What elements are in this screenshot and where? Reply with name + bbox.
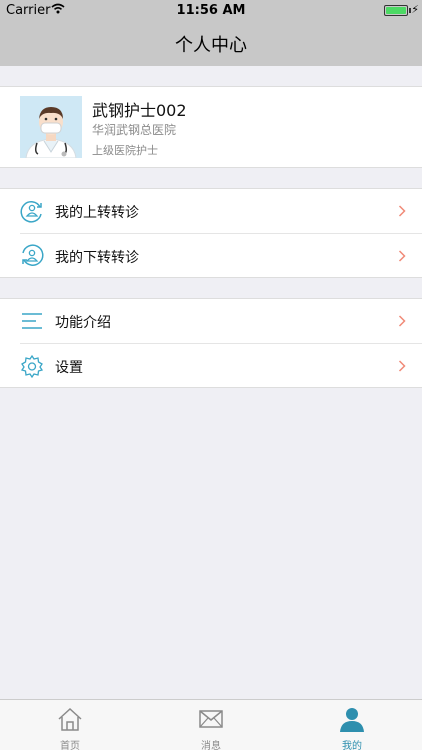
tab-home[interactable]: 首页 — [0, 700, 140, 750]
doctor-avatar-icon — [20, 96, 82, 158]
menu-item-label: 功能介绍 — [55, 315, 111, 331]
chevron-right-icon — [398, 360, 406, 372]
menu-item-label: 我的下转转诊 — [55, 250, 139, 266]
tab-label: 首页 — [60, 741, 80, 750]
menu-item-referral-up[interactable]: 我的上转转诊 — [0, 189, 422, 234]
profile-card[interactable]: 武钢护士002 华润武钢总医院 上级医院护士 — [0, 86, 422, 168]
person-icon — [340, 708, 364, 732]
chevron-right-icon — [398, 250, 406, 262]
tab-bar: 首页 消息 我的 — [0, 699, 422, 750]
menu-item-referral-down[interactable]: 我的下转转诊 — [0, 234, 422, 278]
referral-down-icon — [22, 244, 44, 266]
menu-item-label: 设置 — [55, 360, 83, 376]
menu-item-intro[interactable]: 功能介绍 — [0, 299, 422, 344]
chevron-right-icon — [398, 205, 406, 217]
tab-profile[interactable]: 我的 — [282, 700, 422, 750]
app-menu-group: 功能介绍 设置 — [0, 298, 422, 388]
page-title: 个人中心 — [175, 35, 247, 56]
status-bar: Carrier 11:56 AM ⚡ — [0, 0, 422, 20]
tab-label: 我的 — [342, 741, 362, 750]
home-icon — [58, 707, 82, 731]
user-name: 武钢护士002 — [92, 101, 187, 120]
menu-item-settings[interactable]: 设置 — [0, 344, 422, 388]
avatar — [20, 96, 82, 158]
clock: 11:56 AM — [176, 3, 246, 18]
menu-item-label: 我的上转转诊 — [55, 205, 139, 221]
gear-icon — [20, 354, 44, 378]
user-role: 上级医院护士 — [92, 144, 158, 157]
tab-label: 消息 — [201, 741, 221, 750]
battery-icon — [384, 5, 408, 16]
referral-up-icon — [20, 201, 42, 223]
tab-messages[interactable]: 消息 — [141, 700, 281, 750]
chevron-right-icon — [398, 315, 406, 327]
charging-icon: ⚡ — [411, 3, 419, 16]
hospital-name: 华润武钢总医院 — [92, 123, 177, 137]
referral-menu-group: 我的上转转诊 我的下转转诊 — [0, 188, 422, 278]
list-icon — [22, 313, 42, 329]
mail-icon — [199, 710, 223, 728]
navigation-bar: 个人中心 — [0, 20, 422, 66]
